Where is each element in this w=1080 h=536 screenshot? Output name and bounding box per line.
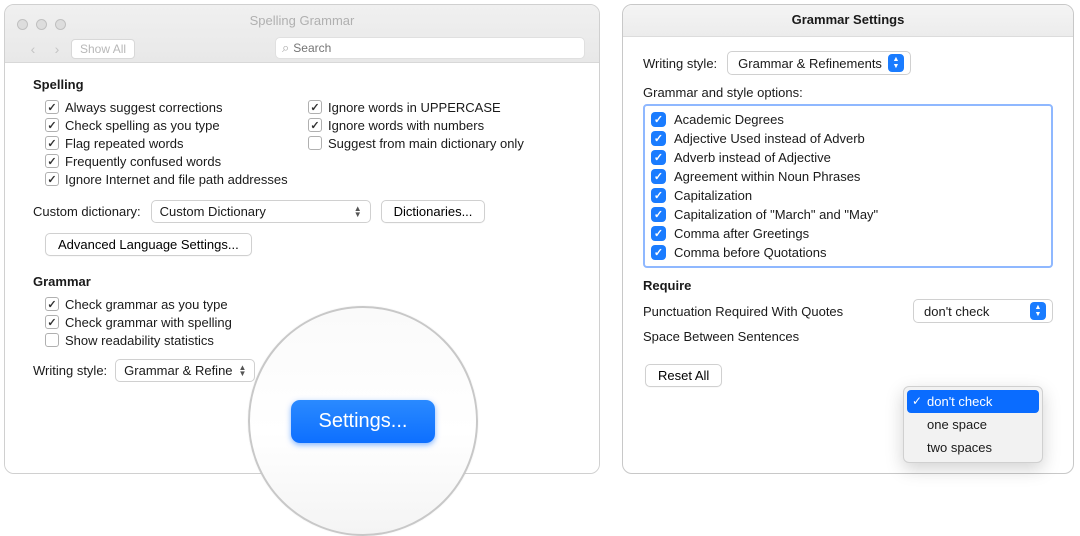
custom-dict-label: Custom dictionary: <box>33 204 141 219</box>
checkbox-icon[interactable] <box>651 112 666 127</box>
check-ignore-numbers[interactable]: Ignore words with numbers <box>308 116 571 134</box>
option-comma-greetings[interactable]: Comma after Greetings <box>651 224 1045 243</box>
checkbox-icon[interactable] <box>45 333 59 347</box>
forward-button[interactable]: › <box>47 40 67 58</box>
popup-item-two-spaces[interactable]: two spaces <box>907 436 1039 459</box>
checkbox-icon[interactable] <box>45 136 59 150</box>
popup-item-dont-check[interactable]: don't check <box>907 390 1039 413</box>
grammar-heading: Grammar <box>33 274 571 289</box>
stepper-icon: ▲▼ <box>239 365 247 377</box>
window-title: Grammar Settings <box>623 5 1073 37</box>
search-icon: ⌕ <box>282 40 289 56</box>
checkbox-icon[interactable] <box>651 169 666 184</box>
checkbox-icon[interactable] <box>651 131 666 146</box>
option-agreement-noun[interactable]: Agreement within Noun Phrases <box>651 167 1045 186</box>
check-main-dictionary[interactable]: Suggest from main dictionary only <box>308 134 571 152</box>
check-grammar-type[interactable]: Check grammar as you type <box>45 295 571 313</box>
checkbox-icon[interactable] <box>308 136 322 150</box>
check-frequently-confused[interactable]: Frequently confused words <box>45 152 308 170</box>
option-comma-quotations[interactable]: Comma before Quotations <box>651 243 1045 262</box>
require-heading: Require <box>643 278 1053 293</box>
checkbox-icon[interactable] <box>45 315 59 329</box>
checkbox-icon[interactable] <box>45 172 59 186</box>
checkbox-icon[interactable] <box>45 154 59 168</box>
option-adverb-adjective[interactable]: Adverb instead of Adjective <box>651 148 1045 167</box>
options-heading: Grammar and style options: <box>643 85 1053 100</box>
advanced-language-button[interactable]: Advanced Language Settings... <box>45 233 252 256</box>
dictionaries-button[interactable]: Dictionaries... <box>381 200 486 223</box>
space-sentences-label: Space Between Sentences <box>643 329 799 344</box>
checkbox-icon[interactable] <box>651 150 666 165</box>
custom-dictionary-select[interactable]: Custom Dictionary ▲▼ <box>151 200 371 223</box>
check-ignore-internet[interactable]: Ignore Internet and file path addresses <box>45 170 308 188</box>
search-field[interactable]: ⌕ <box>275 37 585 59</box>
back-button[interactable]: ‹ <box>23 40 43 58</box>
writing-style-label: Writing style: <box>643 56 717 71</box>
space-dropdown-popup[interactable]: don't check one space two spaces <box>903 386 1043 463</box>
check-ignore-uppercase[interactable]: Ignore words in UPPERCASE <box>308 98 571 116</box>
window-title: Spelling Grammar <box>5 13 599 28</box>
show-all-button[interactable]: Show All <box>71 39 135 59</box>
punctuation-select[interactable]: don't check ▲▼ <box>913 299 1053 323</box>
reset-all-button[interactable]: Reset All <box>645 364 722 387</box>
settings-button[interactable]: Settings... <box>291 400 436 443</box>
option-capitalization[interactable]: Capitalization <box>651 186 1045 205</box>
checkbox-icon[interactable] <box>45 100 59 114</box>
checkbox-icon[interactable] <box>308 100 322 114</box>
check-always-suggest[interactable]: Always suggest corrections <box>45 98 308 116</box>
option-academic-degrees[interactable]: Academic Degrees <box>651 110 1045 129</box>
magnifier-lens: Settings... <box>248 306 478 536</box>
stepper-icon: ▲▼ <box>888 54 904 72</box>
checkbox-icon[interactable] <box>45 297 59 311</box>
check-flag-repeated[interactable]: Flag repeated words <box>45 134 308 152</box>
options-list[interactable]: Academic Degrees Adjective Used instead … <box>643 104 1053 268</box>
search-input[interactable] <box>293 41 578 55</box>
stepper-icon: ▲▼ <box>1030 302 1046 320</box>
checkbox-icon[interactable] <box>651 207 666 222</box>
popup-item-one-space[interactable]: one space <box>907 413 1039 436</box>
checkbox-icon[interactable] <box>651 245 666 260</box>
titlebar: Spelling Grammar ‹ › Show All ⌕ <box>5 5 599 63</box>
writing-style-select[interactable]: Grammar & Refine ▲▼ <box>115 359 255 382</box>
checkbox-icon[interactable] <box>651 226 666 241</box>
check-spelling-type[interactable]: Check spelling as you type <box>45 116 308 134</box>
checkbox-icon[interactable] <box>651 188 666 203</box>
spelling-heading: Spelling <box>33 77 571 92</box>
stepper-icon: ▲▼ <box>354 206 362 218</box>
punctuation-label: Punctuation Required With Quotes <box>643 304 843 319</box>
option-march-may[interactable]: Capitalization of "March" and "May" <box>651 205 1045 224</box>
writing-style-select[interactable]: Grammar & Refinements ▲▼ <box>727 51 911 75</box>
checkbox-icon[interactable] <box>45 118 59 132</box>
checkbox-icon[interactable] <box>308 118 322 132</box>
writing-style-label: Writing style: <box>33 363 107 378</box>
option-adjective-adverb[interactable]: Adjective Used instead of Adverb <box>651 129 1045 148</box>
